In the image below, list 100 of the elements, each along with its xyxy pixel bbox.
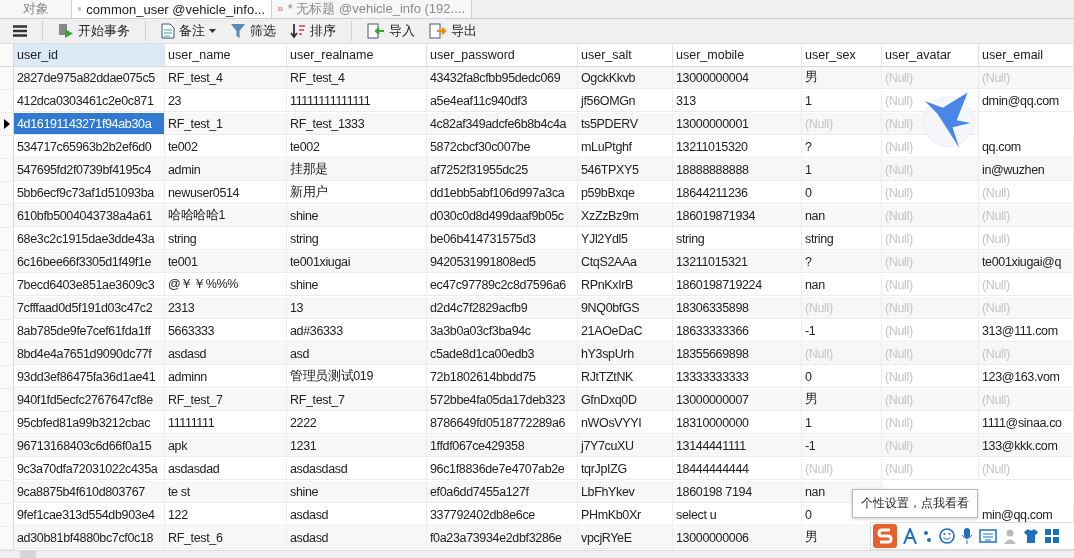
row-marker[interactable] xyxy=(0,67,14,90)
table-cell: 13000000007 xyxy=(673,389,802,411)
row-marker[interactable] xyxy=(0,343,14,366)
table-cell: 13333333333 xyxy=(673,366,802,388)
table-cell: 3a3b0a03cf3ba94c xyxy=(427,320,578,342)
table-cell: 18633333366 xyxy=(673,320,802,342)
microphone-icon[interactable] xyxy=(961,528,973,544)
table-cell: XzZzBz9m xyxy=(578,205,673,227)
row-marker[interactable] xyxy=(0,504,14,527)
table-cell: 547695fd2f0739bf4195c4 xyxy=(14,159,165,181)
table-cell: in@wuzhen xyxy=(979,159,1074,181)
bird-widget-icon[interactable] xyxy=(922,92,976,150)
row-marker[interactable] xyxy=(0,113,14,136)
table-cell: asdasdad xyxy=(165,458,287,480)
row-marker[interactable] xyxy=(0,251,14,274)
tab[interactable]: common_user @vehicle_info... xyxy=(72,0,272,18)
table-cell: 96c1f8836de7e4707ab2e xyxy=(427,458,578,480)
table-cell: 1860198 7194 xyxy=(673,481,802,503)
table-cell: 1111@sinaa.co xyxy=(979,412,1074,434)
row-marker[interactable] xyxy=(0,205,14,228)
row-marker[interactable] xyxy=(0,412,14,435)
toolbar-button[interactable]: 开始事务 xyxy=(53,19,135,43)
table-cell: newuser0514 xyxy=(165,182,287,204)
keyboard-icon[interactable] xyxy=(979,529,997,543)
table-cell: RF_test_7 xyxy=(287,389,427,411)
table-cell: af7252f31955dc25 xyxy=(427,159,578,181)
row-marker[interactable] xyxy=(0,320,14,343)
table-cell: 72b1802614bbdd75 xyxy=(427,366,578,388)
row-marker[interactable] xyxy=(0,274,14,297)
table-cell: 4d16191143271f94ab30a xyxy=(14,113,165,135)
row-marker[interactable] xyxy=(0,182,14,205)
table-cell: 9NQ0bfGS xyxy=(578,297,673,319)
table-cell: RPnKxIrB xyxy=(578,274,673,296)
table-cell: te002 xyxy=(165,136,287,158)
table-cell: 4c82af349adcfe6b8b4c4a xyxy=(427,113,578,135)
table-cell: -1 xyxy=(802,320,882,342)
grid-icon[interactable] xyxy=(1045,529,1059,543)
table-cell: OgckKkvb xyxy=(578,67,673,89)
table-cell: 18644211236 xyxy=(673,182,802,204)
table-cell: 18444444444 xyxy=(673,458,802,480)
table-cell: 男 xyxy=(802,389,882,411)
row-marker[interactable] xyxy=(0,389,14,412)
row-marker[interactable] xyxy=(0,136,14,159)
row-marker[interactable] xyxy=(0,297,14,320)
table-cell: 572bbe4fa05da17deb323 xyxy=(427,389,578,411)
table-cell: ec47c97789c2c8d7596a6 xyxy=(427,274,578,296)
null-cell: (Null) xyxy=(882,366,979,388)
table-cell: string xyxy=(673,228,802,250)
table-cell: string xyxy=(802,228,882,250)
table-cell: 95cbfed81a99b3212cbac xyxy=(14,412,165,434)
row-marker[interactable] xyxy=(0,435,14,458)
punctuation-icon[interactable] xyxy=(923,529,933,543)
menu-icon xyxy=(13,25,27,37)
table-cell: 534717c65963b2b2ef6d0 xyxy=(14,136,165,158)
toolbar-button[interactable]: 备注 xyxy=(156,19,221,43)
column-header[interactable]: user_id xyxy=(14,44,165,67)
table-cell: -1 xyxy=(802,435,882,457)
table-cell: vpcjRYeE xyxy=(578,527,673,549)
row-marker[interactable] xyxy=(0,481,14,504)
table-cell: 9fef1cae313d554db903e4 xyxy=(14,504,165,526)
table-cell: ? xyxy=(802,136,882,158)
toolbar-button[interactable]: 排序 xyxy=(285,19,341,43)
toolbar-button[interactable]: 导入 xyxy=(362,19,420,43)
toolbar-button[interactable]: 筛选 xyxy=(225,19,281,43)
table-cell: RF_test_4 xyxy=(165,67,287,89)
table-cell: 0 xyxy=(802,182,882,204)
null-cell: (Null) xyxy=(882,182,979,204)
row-marker[interactable] xyxy=(0,159,14,182)
row-marker[interactable] xyxy=(0,366,14,389)
funnel-icon xyxy=(230,23,246,39)
table-cell: 13211015320 xyxy=(673,136,802,158)
smiley-icon[interactable] xyxy=(939,528,955,544)
table-cell: PHmKb0Xr xyxy=(578,504,673,526)
null-cell: (Null) xyxy=(979,458,1074,480)
table-cell: 新用户 xyxy=(287,182,427,204)
table-cell: 13 xyxy=(287,297,427,319)
table-cell: adminn xyxy=(165,366,287,388)
table-cell: 5bb6ecf9c73af1d51093ba xyxy=(14,182,165,204)
table-cell: j7Y7cuXU xyxy=(578,435,673,457)
table-cell: mLuPtghf xyxy=(578,136,673,158)
table-cell: tqrJpIZG xyxy=(578,458,673,480)
table-cell: 9c3a70dfa72031022c435a xyxy=(14,458,165,480)
row-marker[interactable] xyxy=(0,527,14,550)
database-play-icon xyxy=(58,23,74,39)
table-cell: 133@kkk.com xyxy=(979,435,1074,457)
row-marker[interactable] xyxy=(0,90,14,113)
table-cell: te001xiugai@q xyxy=(979,251,1074,273)
row-marker[interactable] xyxy=(0,458,14,481)
toolbar-button[interactable]: 导出 xyxy=(424,19,482,43)
table-cell: hY3spUrh xyxy=(578,343,673,365)
font-icon[interactable] xyxy=(903,528,917,544)
table-cell: 管理员测试019 xyxy=(287,366,427,388)
table-cell: 哈哈哈哈1 xyxy=(165,205,287,227)
row-marker[interactable] xyxy=(0,228,14,251)
user-icon[interactable] xyxy=(1003,528,1017,544)
table-cell: te001xiugai xyxy=(287,251,427,273)
table-cell: RF_test_7 xyxy=(165,389,287,411)
shirt-icon[interactable] xyxy=(1023,528,1039,544)
table-cell: f0a23a73934e2dbf3286e xyxy=(427,527,578,549)
ime-logo-icon[interactable] xyxy=(873,524,897,548)
